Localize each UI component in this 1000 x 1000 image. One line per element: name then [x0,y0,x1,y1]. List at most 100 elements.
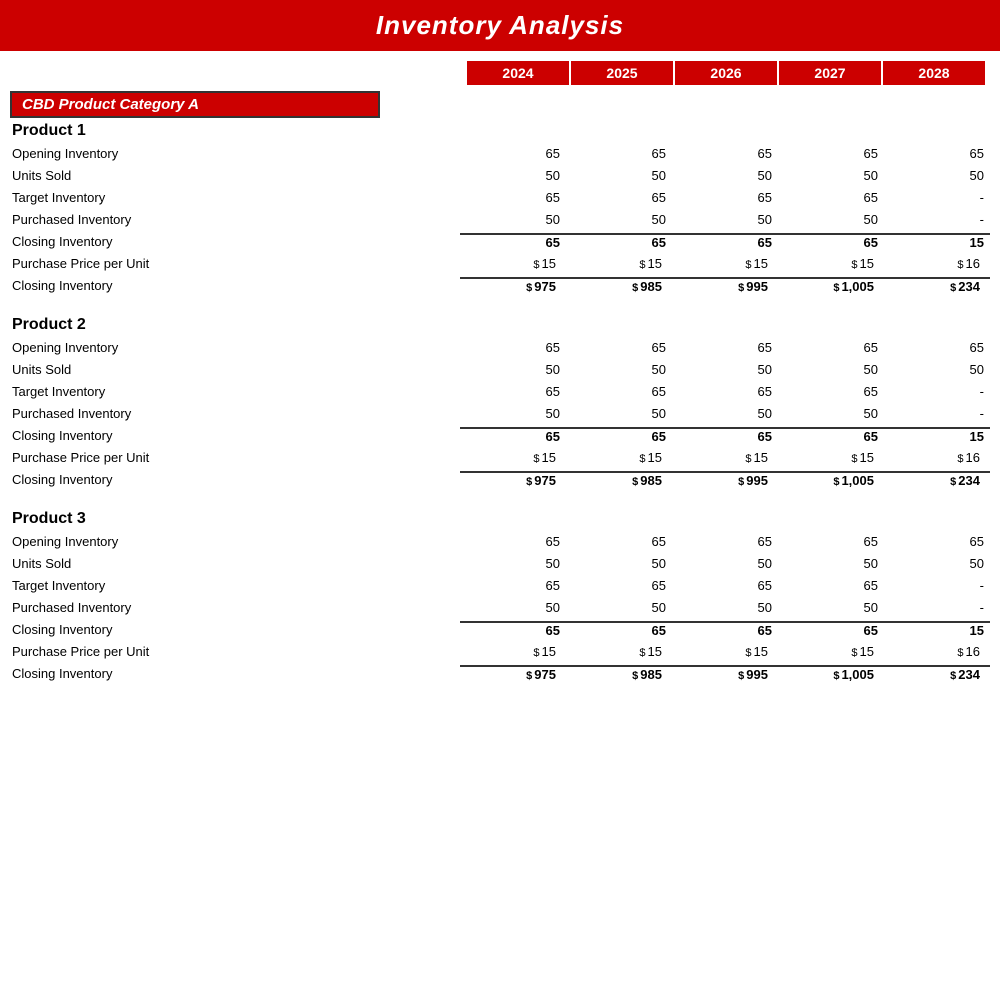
value-cell: 65 [460,340,566,355]
value-cell: 65 [460,534,566,549]
value-cell: 50 [672,406,778,421]
value-cell: 65 [460,427,566,444]
row-values: 65656565- [460,578,990,593]
value-cell: 50 [460,406,566,421]
value-cell: 65 [672,427,778,444]
value-cell: 65 [672,534,778,549]
data-row: Purchase Price per Unit$15$15$15$15$16 [10,252,990,274]
value-cell: 65 [672,233,778,250]
value-cell: $975 [460,471,566,488]
product-title: Product 2 [10,316,990,334]
row-values: 5050505050 [460,168,990,183]
value-cell: 65 [566,233,672,250]
value-cell: - [884,406,990,421]
value-cell: - [884,578,990,593]
value-cell: $234 [884,277,990,294]
row-label: Closing Inventory [10,472,460,487]
value-cell: 65 [778,190,884,205]
data-row: Target Inventory65656565- [10,574,990,596]
value-cell: $985 [566,277,672,294]
row-values: 6565656515 [460,427,990,444]
data-row: Purchased Inventory50505050- [10,208,990,230]
row-label: Purchased Inventory [10,212,460,227]
year-header-cell: 2024 [467,61,569,85]
page-title: Inventory Analysis [0,10,1000,41]
value-cell: 65 [884,340,990,355]
value-cell: $975 [460,277,566,294]
year-columns: 20242025202620272028 [466,61,986,85]
row-label: Target Inventory [10,190,460,205]
row-label: Closing Inventory [10,622,460,637]
value-cell: $15 [778,450,884,465]
value-cell: $985 [566,665,672,682]
value-cell: 65 [672,146,778,161]
value-cell: 65 [566,621,672,638]
product-section: Product 3Opening Inventory6565656565Unit… [10,510,990,684]
value-cell: 65 [566,427,672,444]
value-cell: 65 [566,190,672,205]
value-cell: $15 [460,644,566,659]
row-label: Purchase Price per Unit [10,644,460,659]
value-cell: 65 [566,578,672,593]
value-cell: 65 [778,621,884,638]
data-row: Units Sold5050505050 [10,164,990,186]
value-cell: 65 [566,384,672,399]
value-cell: 65 [566,340,672,355]
data-row: Closing Inventory$975$985$995$1,005$234 [10,662,990,684]
value-cell: 50 [884,168,990,183]
row-label: Closing Inventory [10,428,460,443]
value-cell: - [884,600,990,615]
data-row: Opening Inventory6565656565 [10,142,990,164]
value-cell: 65 [672,621,778,638]
value-cell: $995 [672,277,778,294]
year-header-row: 20242025202620272028 [10,61,990,85]
value-cell: 50 [672,362,778,377]
value-cell: 65 [460,621,566,638]
value-cell: $15 [672,450,778,465]
value-cell: $15 [460,256,566,271]
data-row: Closing Inventory6565656515 [10,424,990,446]
year-header-cell: 2026 [675,61,777,85]
row-label: Target Inventory [10,578,460,593]
value-cell: 50 [778,362,884,377]
value-cell: 65 [672,578,778,593]
value-cell: $15 [672,644,778,659]
value-cell: 50 [566,406,672,421]
row-values: $975$985$995$1,005$234 [460,277,990,294]
value-cell: 50 [460,362,566,377]
value-cell: 65 [672,190,778,205]
row-values: 50505050- [460,600,990,615]
data-row: Closing Inventory6565656515 [10,230,990,252]
data-row: Target Inventory65656565- [10,380,990,402]
data-row: Units Sold5050505050 [10,552,990,574]
value-cell: 65 [778,534,884,549]
value-cell: 65 [778,340,884,355]
data-row: Purchased Inventory50505050- [10,402,990,424]
value-cell: 50 [778,406,884,421]
row-values: $15$15$15$15$16 [460,256,990,271]
value-cell: 15 [884,233,990,250]
row-label: Units Sold [10,168,460,183]
value-cell: 65 [460,384,566,399]
title-bar: Inventory Analysis [0,0,1000,51]
data-row: Opening Inventory6565656565 [10,336,990,358]
row-label: Purchased Inventory [10,406,460,421]
value-cell: $16 [884,256,990,271]
row-label: Closing Inventory [10,234,460,249]
year-header-cell: 2028 [883,61,985,85]
row-label: Purchased Inventory [10,600,460,615]
data-row: Units Sold5050505050 [10,358,990,380]
row-label: Opening Inventory [10,146,460,161]
row-label: Closing Inventory [10,278,460,293]
row-values: 50505050- [460,406,990,421]
value-cell: $975 [460,665,566,682]
value-cell: $15 [672,256,778,271]
row-values: 6565656565 [460,340,990,355]
value-cell: 15 [884,427,990,444]
value-cell: 50 [778,212,884,227]
value-cell: 50 [778,168,884,183]
row-values: $15$15$15$15$16 [460,450,990,465]
product-title: Product 3 [10,510,990,528]
value-cell: $234 [884,471,990,488]
value-cell: 65 [778,384,884,399]
